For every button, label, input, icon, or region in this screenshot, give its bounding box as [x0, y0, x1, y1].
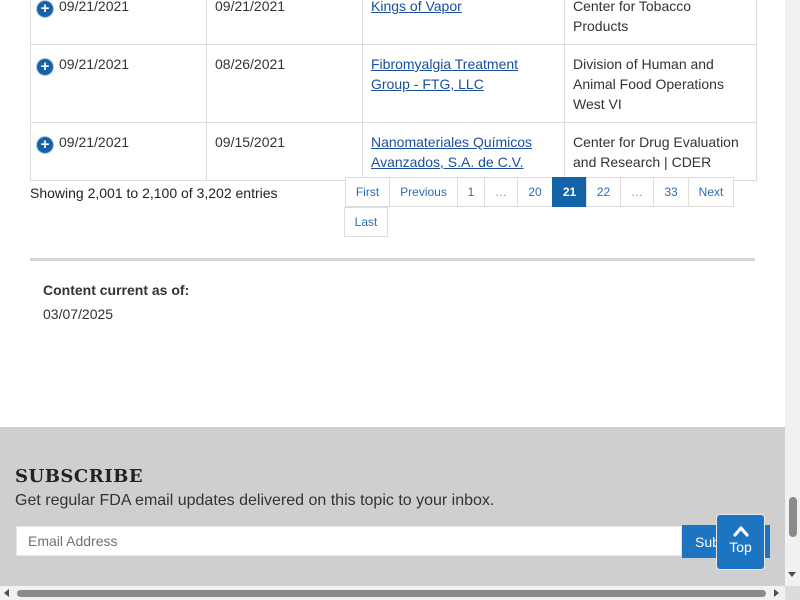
issuing-office: Center for Tobacco Products	[573, 0, 692, 34]
horizontal-scrollbar[interactable]	[0, 586, 785, 600]
section-divider	[30, 258, 755, 261]
letter-issue-date: 08/26/2021	[215, 56, 286, 72]
pagination-ellipsis: …	[620, 177, 654, 207]
scroll-left-arrow-icon[interactable]	[4, 589, 9, 597]
scroll-right-arrow-icon[interactable]	[774, 589, 779, 597]
posted-date: 09/21/2021	[59, 134, 130, 150]
back-to-top-label: Top	[729, 539, 752, 555]
letter-issue-date: 09/15/2021	[215, 134, 286, 150]
back-to-top-button[interactable]: Top	[716, 514, 765, 570]
company-link[interactable]: Kings of Vapor	[371, 0, 462, 14]
page-viewport: +09/21/2021 09/21/2021 Kings of Vapor Ce…	[0, 0, 785, 586]
expand-row-icon[interactable]: +	[37, 1, 53, 17]
content-current-date: 03/07/2025	[43, 306, 114, 322]
posted-date: 09/21/2021	[59, 0, 130, 14]
content-current-label: Content current as of:	[43, 282, 190, 298]
email-input[interactable]	[16, 526, 682, 556]
issuing-office: Center for Drug Evaluation and Research …	[573, 134, 739, 170]
pagination-previous-button[interactable]: Previous	[389, 177, 458, 207]
subscribe-title: SUBSCRIBE	[15, 466, 144, 487]
expand-row-icon[interactable]: +	[37, 137, 53, 153]
company-link[interactable]: Fibromyalgia Treatment Group - FTG, LLC	[371, 56, 518, 92]
scroll-down-arrow-icon[interactable]	[788, 572, 796, 577]
letter-issue-date: 09/21/2021	[215, 0, 286, 14]
chevron-up-icon	[732, 526, 749, 537]
scrollbar-corner	[785, 586, 800, 600]
vertical-scrollbar[interactable]	[785, 0, 800, 586]
expand-row-icon[interactable]: +	[37, 59, 53, 75]
table-row: +09/21/2021 08/26/2021 Fibromyalgia Trea…	[30, 44, 757, 123]
pagination-ellipsis: …	[484, 177, 518, 207]
pagination-current-page[interactable]: 21	[552, 177, 587, 207]
pagination-page-button[interactable]: 1	[457, 177, 485, 207]
pagination-last-button[interactable]: Last	[344, 207, 388, 237]
horizontal-scroll-thumb[interactable]	[17, 590, 766, 597]
table-row: +09/21/2021 09/15/2021 Nanomateriales Qu…	[30, 122, 757, 181]
warning-letters-table: +09/21/2021 09/21/2021 Kings of Vapor Ce…	[30, 0, 757, 181]
company-link[interactable]: Nanomateriales Químicos Avanzados, S.A. …	[371, 134, 532, 170]
pagination-next-button[interactable]: Next	[688, 177, 734, 207]
table-info-text: Showing 2,001 to 2,100 of 3,202 entries	[30, 185, 278, 201]
pagination-page-button[interactable]: 33	[653, 177, 689, 207]
pagination-page-button[interactable]: 20	[517, 177, 553, 207]
table-row: +09/21/2021 09/21/2021 Kings of Vapor Ce…	[30, 0, 757, 45]
pagination: First Previous 1 … 20 21 22 … 33 Next La…	[344, 177, 745, 239]
issuing-office: Division of Human and Animal Food Operat…	[573, 56, 724, 112]
vertical-scroll-thumb[interactable]	[789, 497, 797, 537]
pagination-page-button[interactable]: 22	[586, 177, 621, 207]
pagination-first-button[interactable]: First	[345, 177, 390, 207]
subscribe-section: SUBSCRIBE Get regular FDA email updates …	[0, 427, 785, 586]
subscribe-description: Get regular FDA email updates delivered …	[15, 492, 495, 509]
posted-date: 09/21/2021	[59, 56, 130, 72]
